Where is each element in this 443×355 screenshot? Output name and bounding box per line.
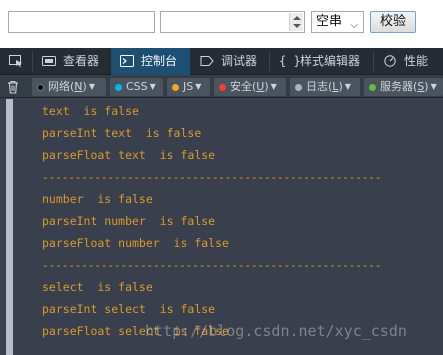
devtools-panel: 查看器 控制台 调试器 { } 样式编辑器 性能 网络(N) ▼ CSS ▼ J… <box>0 48 443 355</box>
chevron-down-icon: ⌵ <box>350 20 358 31</box>
trash-icon[interactable] <box>5 79 21 95</box>
filter-network[interactable]: 网络(N) ▼ <box>32 78 106 96</box>
chevron-down-icon: ▼ <box>195 82 202 91</box>
console-line: parseFloat text is false <box>42 148 216 162</box>
tab-style-editor-label: 样式编辑器 <box>300 54 361 68</box>
console-icon <box>120 55 134 67</box>
console-separator: ----------------------------------------… <box>42 170 382 184</box>
chevron-down-icon: ▼ <box>430 82 437 91</box>
tab-inspector-label: 查看器 <box>63 54 100 68</box>
check-button[interactable]: 校验 <box>370 11 416 33</box>
filter-log[interactable]: 日志(L) ▼ <box>290 78 360 96</box>
chevron-down-icon: ▼ <box>88 82 95 91</box>
console-line: parseInt text is false <box>42 126 202 140</box>
tab-performance[interactable]: 性能 <box>374 48 443 75</box>
debugger-icon <box>200 56 214 66</box>
pick-element-icon <box>9 55 22 67</box>
number-input[interactable] <box>160 11 305 33</box>
console-line: text is false <box>42 104 139 118</box>
log-dot-icon <box>295 84 302 91</box>
style-editor-icon: { } <box>279 54 301 68</box>
css-dot-icon <box>115 84 122 91</box>
tab-inspector[interactable]: 查看器 <box>33 48 111 75</box>
spinner-up-icon[interactable] <box>293 16 301 20</box>
pick-element-button[interactable] <box>0 48 32 75</box>
console-line: parseInt select is false <box>42 302 216 316</box>
console-separator: ----------------------------------------… <box>42 258 382 272</box>
spinner-down-icon[interactable] <box>293 24 301 28</box>
filter-js[interactable]: JS ▼ <box>167 78 210 96</box>
tab-console[interactable]: 控制台 <box>111 48 190 75</box>
console-filterbar: 网络(N) ▼ CSS ▼ JS ▼ 安全(U) ▼ 日志(L) ▼ 服务器(S) ▼ <box>0 76 443 98</box>
type-select-value: 空串 <box>316 14 343 29</box>
tab-debugger[interactable]: 调试器 <box>191 48 269 75</box>
console-line: number is false <box>42 192 153 206</box>
chevron-down-icon: ▼ <box>270 82 277 91</box>
server-dot-icon <box>369 84 376 91</box>
chevron-down-icon: ▼ <box>344 82 351 91</box>
tab-console-label: 控制台 <box>141 54 178 68</box>
inspector-icon <box>42 56 56 66</box>
type-select[interactable]: 空串 ⌵ <box>311 11 364 33</box>
filter-server[interactable]: 服务器(S) ▼ <box>364 78 443 96</box>
console-gutter <box>6 99 13 355</box>
page-form: 空串 ⌵ 校验 <box>0 0 443 48</box>
number-spinner[interactable] <box>289 13 303 31</box>
network-dot-icon <box>37 84 44 91</box>
console-output: text is false parseInt text is false par… <box>0 99 443 355</box>
tab-debugger-label: 调试器 <box>221 54 258 68</box>
performance-icon <box>384 55 396 67</box>
filter-css[interactable]: CSS ▼ <box>110 78 163 96</box>
devtools-tabbar: 查看器 控制台 调试器 { } 样式编辑器 性能 <box>0 48 443 75</box>
js-dot-icon <box>172 84 179 91</box>
watermark: http://blog.csdn.net/xyc_csdn <box>145 322 407 340</box>
filter-security[interactable]: 安全(U) ▼ <box>214 78 286 96</box>
tab-performance-label: 性能 <box>404 54 429 68</box>
tab-style-editor[interactable]: { } 样式编辑器 <box>270 48 373 75</box>
chevron-down-icon: ▼ <box>149 82 156 91</box>
security-dot-icon <box>219 84 226 91</box>
console-line: select is false <box>42 280 153 294</box>
console-line: parseFloat number is false <box>42 236 229 250</box>
console-line: parseInt number is false <box>42 214 216 228</box>
text-input[interactable] <box>8 11 155 33</box>
